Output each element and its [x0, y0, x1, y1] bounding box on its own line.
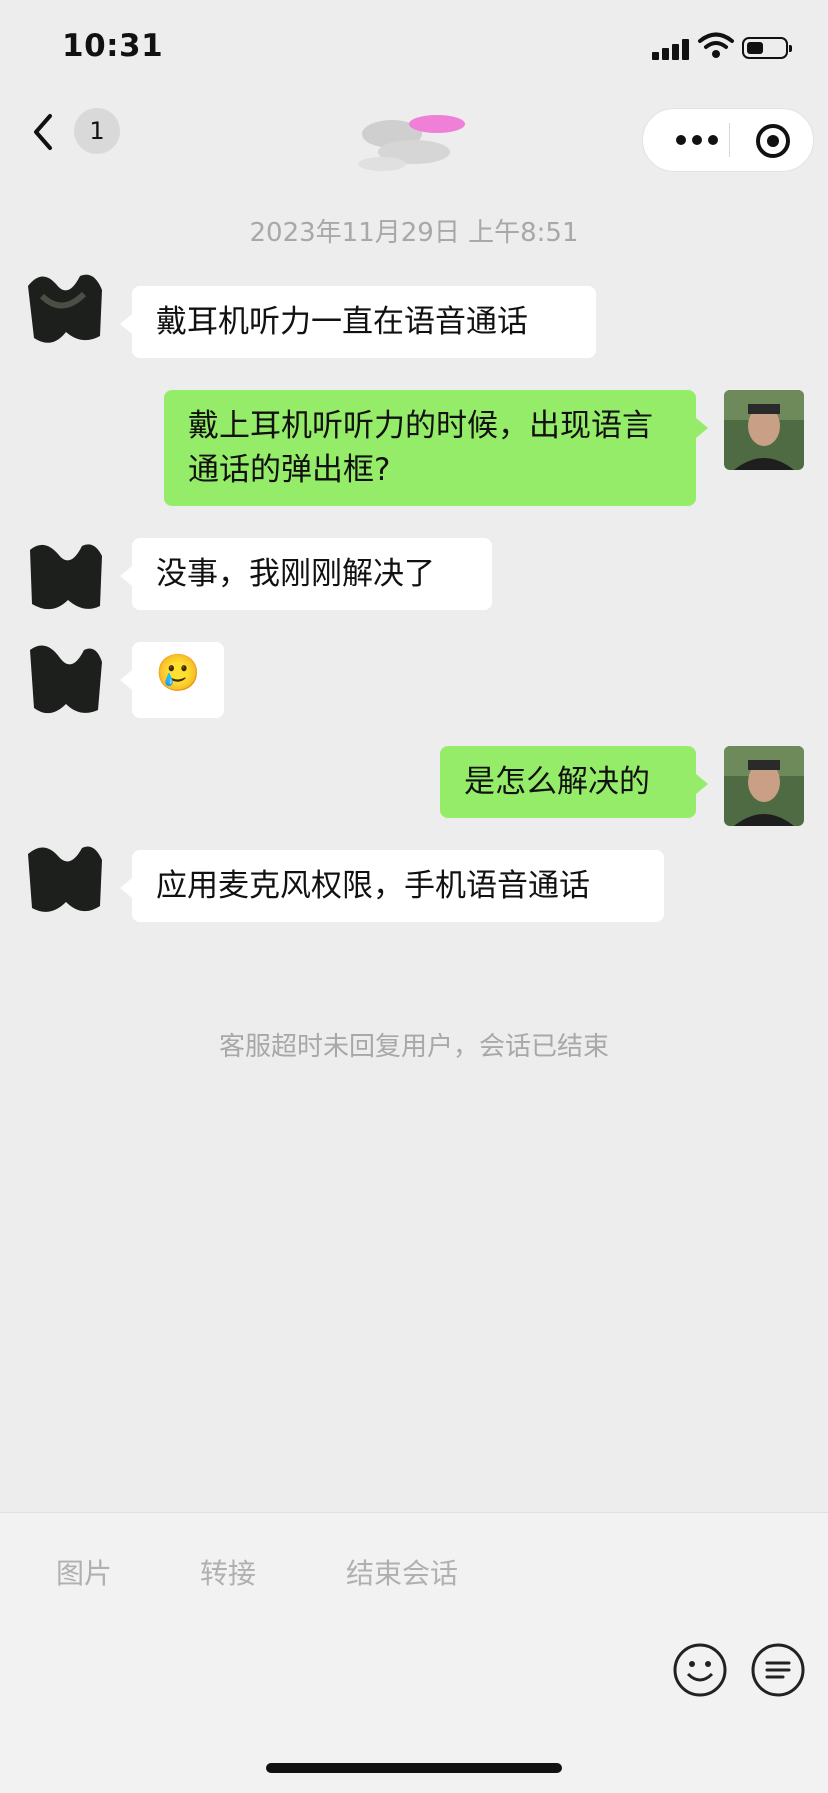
chat-timestamp: 2023年11月29日 上午8:51 [249, 218, 579, 248]
message-text: 是怎么解决的 [464, 764, 650, 800]
signal-icon [652, 38, 692, 60]
battery-level [747, 42, 763, 54]
more-icon[interactable] [667, 127, 727, 153]
message-bubble-incoming: 没事，我刚刚解决了 [120, 538, 492, 610]
message-bubble-incoming: 戴耳机听力一直在语音通话 [120, 286, 596, 358]
transfer-button[interactable]: 转接 [200, 1552, 256, 1592]
message-bubble-incoming: 🥲 [120, 642, 224, 718]
blurred-title-logo [358, 115, 465, 171]
end-session-button[interactable]: 结束会话 [346, 1552, 458, 1592]
back-icon[interactable] [24, 108, 64, 156]
capsule-divider [729, 123, 730, 157]
close-icon[interactable] [753, 121, 793, 161]
message-bubble-outgoing: 是怎么解决的 [440, 746, 708, 818]
unread-count-badge[interactable]: 1 [74, 108, 120, 154]
user-avatar [724, 746, 804, 826]
user-avatar-image [724, 746, 804, 826]
agent-avatar [28, 274, 102, 343]
mini-program-capsule [642, 108, 814, 172]
user-avatar [724, 390, 804, 470]
agent-avatar [30, 645, 102, 714]
emoji-icon-message: 🥲 [155, 653, 201, 694]
menu-icon[interactable] [750, 1642, 806, 1698]
battery-icon [742, 37, 792, 59]
user-avatar-image [724, 390, 804, 470]
message-text: 应用麦克风权限，手机语音通话 [156, 868, 590, 904]
message-bubble-outgoing: 戴上耳机听听力的时候，出现语言通话的弹出框? [164, 390, 708, 506]
status-time: 10:31 [62, 28, 164, 64]
home-indicator [266, 1763, 562, 1773]
message-text: 没事，我刚刚解决了 [156, 556, 435, 592]
emoji-icon[interactable] [672, 1642, 728, 1698]
message-text: 戴上耳机听听力的时候，出现语言通话的弹出框? [188, 408, 653, 488]
message-bubble-incoming: 应用麦克风权限，手机语音通话 [120, 850, 664, 922]
system-message: 客服超时未回复用户，会话已结束 [218, 1032, 609, 1062]
image-button[interactable]: 图片 [56, 1552, 112, 1592]
agent-avatar [30, 544, 102, 610]
wifi-icon [698, 32, 734, 58]
agent-avatar [28, 846, 102, 912]
message-text: 戴耳机听力一直在语音通话 [156, 304, 528, 340]
